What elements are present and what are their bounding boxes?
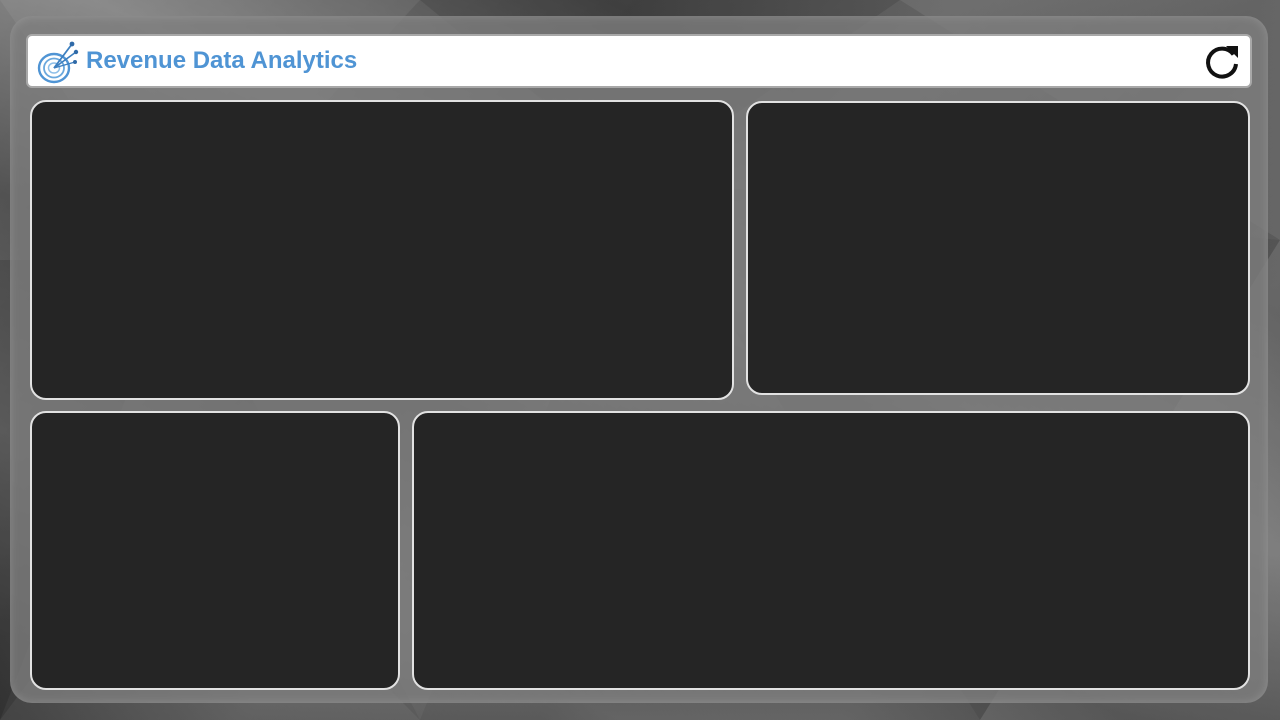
refresh-icon[interactable]: [1202, 42, 1242, 82]
chart-panel-top-right: [746, 101, 1250, 395]
chart-panel-bottom-left: [30, 411, 400, 690]
page-title: Revenue Data Analytics: [86, 47, 358, 74]
header-bar: Revenue Data Analytics: [26, 34, 1252, 88]
chart-panel-bottom-right: [412, 411, 1250, 690]
chart-panel-top-left: [30, 100, 734, 400]
satellite-dish-icon: [34, 38, 80, 86]
